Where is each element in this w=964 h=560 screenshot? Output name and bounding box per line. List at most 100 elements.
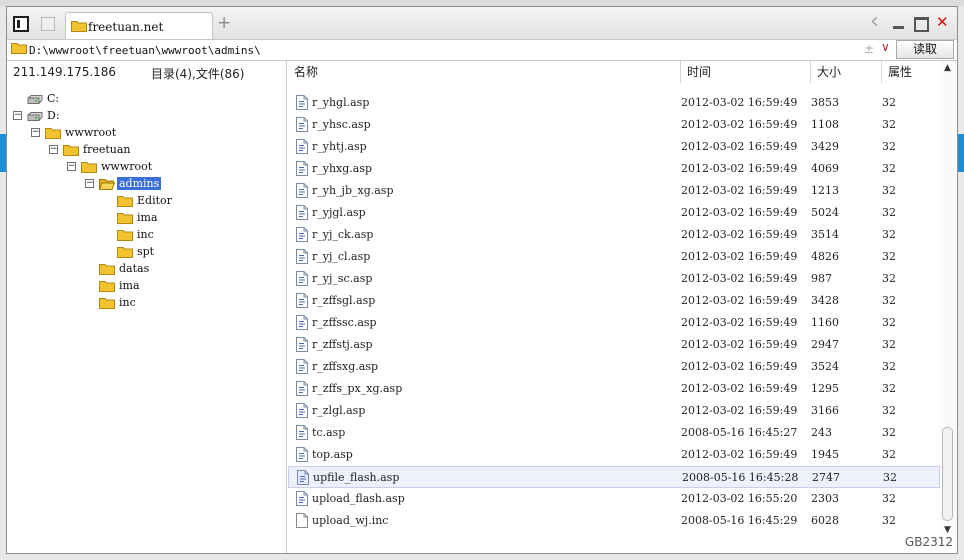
file-attr: 32 bbox=[882, 184, 896, 197]
file-attr: 32 bbox=[882, 118, 896, 131]
read-button[interactable]: 读取 bbox=[896, 40, 954, 59]
tree-node-label: C: bbox=[47, 92, 60, 105]
folder-icon bbox=[99, 298, 115, 309]
script-file-icon bbox=[296, 183, 308, 198]
tree-expander-icon[interactable]: − bbox=[31, 128, 40, 137]
file-row[interactable]: upload_flash.asp 2012-03-02 16:55:20 2303 3… bbox=[288, 488, 940, 510]
script-file-icon bbox=[297, 470, 309, 485]
file-time: 2012-03-02 16:59:49 bbox=[681, 382, 798, 395]
file-size: 3524 bbox=[811, 360, 839, 373]
file-size: 2303 bbox=[811, 492, 839, 505]
file-row[interactable]: r_yj_sc.asp 2012-03-02 16:59:49 987 32 bbox=[288, 268, 940, 290]
file-row[interactable]: r_zffsgl.asp 2012-03-02 16:59:49 3428 32 bbox=[288, 290, 940, 312]
tree-node-label: admins bbox=[117, 177, 162, 190]
file-row[interactable]: r_yhxg.asp 2012-03-02 16:59:49 4069 32 bbox=[288, 158, 940, 180]
file-time: 2008-05-16 16:45:29 bbox=[681, 514, 798, 527]
blank-page-icon[interactable] bbox=[41, 17, 55, 31]
vertical-scrollbar[interactable]: ▲ ▼ bbox=[940, 61, 957, 539]
tree-node-label: Editor bbox=[137, 194, 172, 207]
file-row[interactable]: r_yhsc.asp 2012-03-02 16:59:49 1108 32 bbox=[288, 114, 940, 136]
minimize-icon[interactable] bbox=[891, 15, 907, 31]
file-time: 2012-03-02 16:59:49 bbox=[681, 118, 798, 131]
tab-title: freetuan.net bbox=[88, 20, 164, 34]
file-size: 2747 bbox=[812, 471, 840, 484]
path-plusminus-icon[interactable]: ± bbox=[864, 42, 874, 56]
file-time: 2012-03-02 16:59:49 bbox=[681, 338, 798, 351]
scroll-thumb[interactable] bbox=[942, 427, 953, 521]
file-row[interactable]: r_zffssc.asp 2012-03-02 16:59:49 1160 32 bbox=[288, 312, 940, 334]
file-row[interactable]: r_zlgl.asp 2012-03-02 16:59:49 3166 32 bbox=[288, 400, 940, 422]
file-name: upload_wj.inc bbox=[312, 514, 389, 527]
server-ip: 211.149.175.186 bbox=[13, 65, 117, 79]
folder-icon bbox=[117, 213, 133, 224]
tree-expander-icon[interactable]: − bbox=[85, 179, 94, 188]
folder-icon bbox=[99, 281, 115, 292]
scroll-down-icon[interactable]: ▼ bbox=[944, 525, 951, 535]
file-row[interactable]: upload_wj.inc 2008-05-16 16:45:29 6028 32 bbox=[288, 510, 940, 532]
file-row[interactable]: r_yh_jb_xg.asp 2012-03-02 16:59:49 1213 32 bbox=[288, 180, 940, 202]
file-size: 2947 bbox=[811, 338, 839, 351]
file-row[interactable]: r_yhgl.asp 2012-03-02 16:59:49 3853 32 bbox=[288, 92, 940, 114]
file-attr: 32 bbox=[882, 250, 896, 263]
encoding-label[interactable]: GB2312 bbox=[905, 535, 953, 549]
file-name: r_yhtj.asp bbox=[312, 140, 367, 153]
tab-freetuan[interactable]: freetuan.net bbox=[65, 12, 213, 39]
file-size: 243 bbox=[811, 426, 832, 439]
file-time: 2012-03-02 16:59:49 bbox=[681, 184, 798, 197]
file-attr: 32 bbox=[882, 514, 896, 527]
file-row[interactable]: r_yj_cl.asp 2012-03-02 16:59:49 4826 32 bbox=[288, 246, 940, 268]
file-row[interactable]: r_zffsxg.asp 2012-03-02 16:59:49 3524 32 bbox=[288, 356, 940, 378]
maximize-icon[interactable] bbox=[913, 15, 929, 32]
folder-icon bbox=[11, 43, 27, 54]
back-icon[interactable] bbox=[869, 9, 885, 34]
file-attr: 32 bbox=[882, 294, 896, 307]
file-time: 2012-03-02 16:59:49 bbox=[681, 272, 798, 285]
file-size: 1945 bbox=[811, 448, 839, 461]
file-row[interactable]: r_yj_ck.asp 2012-03-02 16:59:49 3514 32 bbox=[288, 224, 940, 246]
file-name: r_yh_jb_xg.asp bbox=[312, 184, 394, 197]
tree-expander-icon[interactable]: − bbox=[67, 162, 76, 171]
file-attr: 32 bbox=[882, 316, 896, 329]
file-attr: 32 bbox=[882, 96, 896, 109]
close-icon[interactable] bbox=[935, 13, 951, 31]
tree-expander-icon[interactable]: − bbox=[13, 111, 22, 120]
file-name: r_yhxg.asp bbox=[312, 162, 373, 175]
file-time: 2012-03-02 16:59:49 bbox=[681, 316, 798, 329]
tree-expander-icon[interactable]: − bbox=[49, 145, 58, 154]
column-header-size[interactable]: 大小 bbox=[811, 61, 882, 83]
scroll-up-icon[interactable]: ▲ bbox=[944, 63, 951, 73]
file-attr: 32 bbox=[882, 492, 896, 505]
file-row[interactable]: r_yhtj.asp 2012-03-02 16:59:49 3429 32 bbox=[288, 136, 940, 158]
file-row[interactable]: top.asp 2012-03-02 16:59:49 1945 32 bbox=[288, 444, 940, 466]
file-name: r_zffsgl.asp bbox=[312, 294, 376, 307]
script-file-icon bbox=[296, 491, 308, 506]
tree-node-label: ima bbox=[137, 211, 158, 224]
file-row[interactable]: upfile_flash.asp 2008-05-16 16:45:28 2747 3… bbox=[288, 466, 940, 488]
file-size: 3166 bbox=[811, 404, 839, 417]
script-file-icon bbox=[296, 117, 308, 132]
file-size: 3429 bbox=[811, 140, 839, 153]
file-name: upload_flash.asp bbox=[312, 492, 405, 505]
file-name: r_yj_sc.asp bbox=[312, 272, 373, 285]
file-name: r_zffssc.asp bbox=[312, 316, 377, 329]
column-header-attr[interactable]: 属性 bbox=[882, 61, 940, 83]
file-row[interactable]: r_zffs_px_xg.asp 2012-03-02 16:59:49 1295 3… bbox=[288, 378, 940, 400]
path-input[interactable] bbox=[29, 41, 859, 59]
file-time: 2008-05-16 16:45:28 bbox=[682, 471, 799, 484]
directory-file-count: 目录(4),文件(86) bbox=[151, 67, 245, 81]
file-size: 3428 bbox=[811, 294, 839, 307]
file-time: 2012-03-02 16:59:49 bbox=[681, 96, 798, 109]
file-time: 2012-03-02 16:59:49 bbox=[681, 294, 798, 307]
file-row[interactable]: tc.asp 2008-05-16 16:45:27 243 32 bbox=[288, 422, 940, 444]
chevron-down-icon[interactable]: ∨ bbox=[881, 40, 890, 54]
window-controls bbox=[869, 9, 951, 34]
file-name: tc.asp bbox=[312, 426, 346, 439]
file-name: r_zffsxg.asp bbox=[312, 360, 378, 373]
new-tab-button[interactable]: + bbox=[217, 13, 231, 33]
file-row[interactable]: r_zffstj.asp 2012-03-02 16:59:49 2947 32 bbox=[288, 334, 940, 356]
tree-node-label: datas bbox=[119, 262, 150, 275]
sidebar-toggle-icon[interactable] bbox=[13, 16, 29, 32]
file-row[interactable]: r_yjgl.asp 2012-03-02 16:59:49 5024 32 bbox=[288, 202, 940, 224]
column-header-name[interactable]: 名称 bbox=[288, 61, 681, 83]
column-header-time[interactable]: 时间 bbox=[681, 61, 811, 83]
